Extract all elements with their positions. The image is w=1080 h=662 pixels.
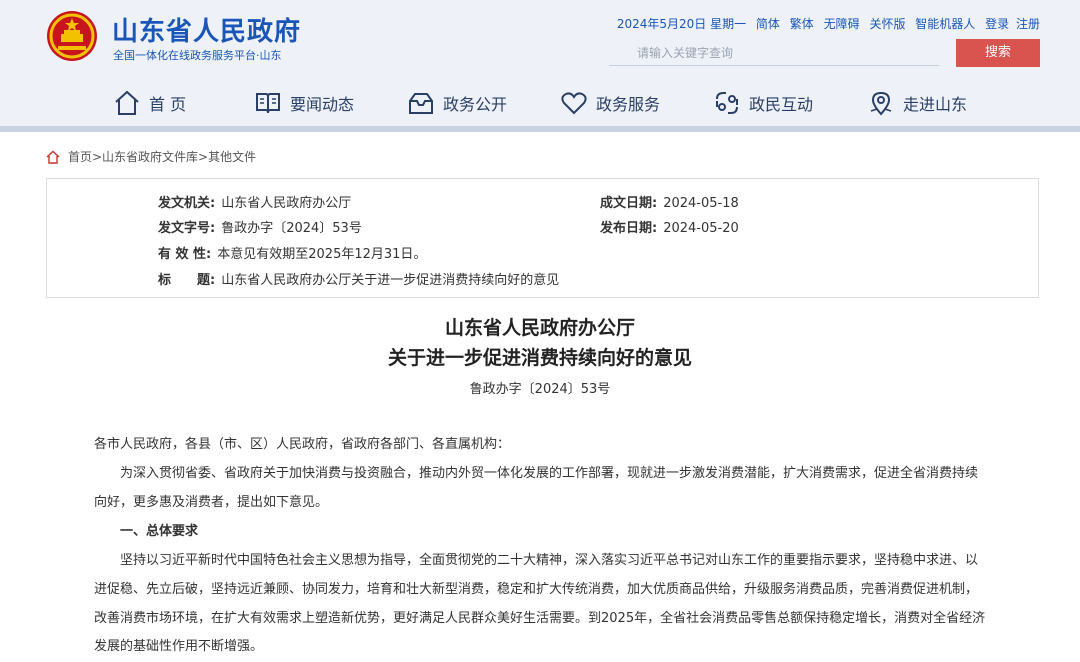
section-heading: 一、总体要求 — [94, 518, 990, 547]
info-date-made: 成文日期:2024-05-18 — [600, 192, 739, 211]
link-simplified[interactable]: 简体 — [756, 17, 780, 31]
link-robot[interactable]: 智能机器人 — [915, 17, 975, 31]
info-issuer: 发文机关:山东省人民政府办公厅 — [158, 192, 351, 211]
nav-about-shandong[interactable]: 走进山东 — [867, 88, 967, 118]
info-validity: 有 效 性:本意见有效期至2025年12月31日。 — [158, 243, 426, 262]
document-title-line1: 山东省人民政府办公厅 — [0, 313, 1080, 340]
location-icon — [867, 89, 895, 117]
nav-label: 政民互动 — [749, 91, 813, 115]
breadcrumb: 首页>山东省政府文件库>其他文件 — [46, 148, 256, 165]
national-emblem-icon — [46, 10, 98, 62]
nav-home[interactable]: 首 页 — [113, 88, 186, 118]
heart-icon — [560, 89, 588, 117]
document-title-line2: 关于进一步促进消费持续向好的意见 — [0, 343, 1080, 370]
nav-open-government[interactable]: 政务公开 — [407, 88, 507, 118]
body-paragraph: 坚持以习近平新时代中国特色社会主义思想为指导，全面贯彻党的二十大精神，深入落实习… — [94, 547, 990, 662]
nav-label: 走进山东 — [903, 91, 967, 115]
home-icon — [113, 89, 141, 117]
link-traditional[interactable]: 繁体 — [790, 17, 814, 31]
site-header: 山东省人民政府 全国一体化在线政务服务平台·山东 2024年5月20日 星期一 … — [0, 0, 1080, 128]
inbox-icon — [407, 89, 435, 117]
top-utility-bar: 2024年5月20日 星期一 简体 繁体 无障碍 关怀版 智能机器人 登录 注册 — [617, 15, 1040, 32]
link-register[interactable]: 注册 — [1016, 17, 1040, 31]
nav-label: 政务服务 — [596, 91, 660, 115]
intro-paragraph: 为深入贯彻省委、省政府关于加快消费与投资融合，推动内外贸一体化发展的工作部署，现… — [94, 460, 990, 518]
nav-interaction[interactable]: 政民互动 — [713, 88, 813, 118]
nav-services[interactable]: 政务服务 — [560, 88, 660, 118]
site-title[interactable]: 山东省人民政府 — [112, 11, 301, 48]
search-input[interactable] — [609, 40, 939, 66]
link-care-mode[interactable]: 关怀版 — [869, 17, 905, 31]
nav-label: 政务公开 — [443, 91, 507, 115]
link-accessibility[interactable]: 无障碍 — [824, 17, 860, 31]
current-date: 2024年5月20日 星期一 — [617, 17, 746, 31]
main-nav: 首 页 要闻动态 政务公开 政务服务 政民互动 走进山东 — [0, 78, 1080, 128]
nav-label: 首 页 — [149, 91, 186, 115]
site-subtitle: 全国一体化在线政务服务平台·山东 — [113, 47, 282, 63]
link-login[interactable]: 登录 — [985, 17, 1009, 31]
info-title: 标 题:山东省人民政府办公厅关于进一步促进消费持续向好的意见 — [158, 269, 559, 288]
info-date-published: 发布日期:2024-05-20 — [600, 217, 739, 236]
salutation: 各市人民政府，各县（市、区）人民政府，省政府各部门、各直属机构： — [94, 431, 990, 460]
interaction-icon — [713, 89, 741, 117]
breadcrumb-path[interactable]: 首页>山东省政府文件库>其他文件 — [68, 148, 256, 165]
document-number: 鲁政办字〔2024〕53号 — [0, 378, 1080, 397]
search-button[interactable]: 搜索 — [956, 39, 1040, 67]
home-icon[interactable] — [46, 150, 60, 164]
document-info-box: 发文机关:山东省人民政府办公厅 成文日期:2024-05-18 发文字号:鲁政办… — [46, 178, 1039, 298]
nav-divider — [0, 126, 1080, 132]
nav-news[interactable]: 要闻动态 — [254, 88, 354, 118]
nav-label: 要闻动态 — [290, 91, 354, 115]
info-doc-number: 发文字号:鲁政办字〔2024〕53号 — [158, 217, 362, 236]
book-icon — [254, 89, 282, 117]
